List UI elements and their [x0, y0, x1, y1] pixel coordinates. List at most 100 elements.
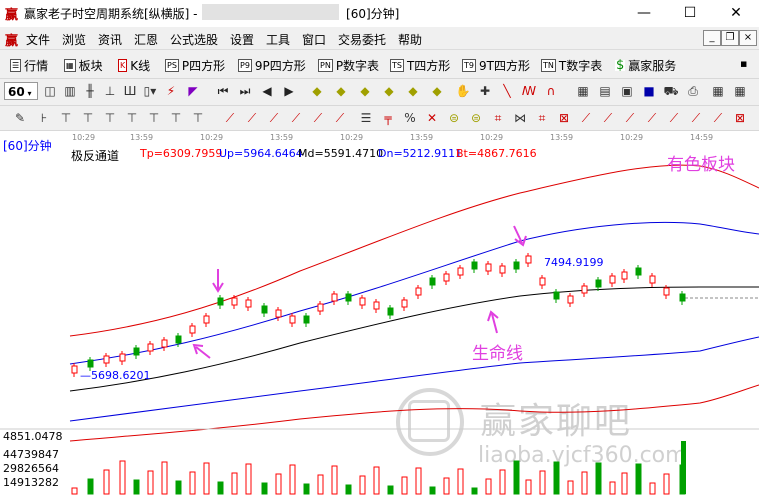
- candle: [87, 359, 94, 368]
- kline-button[interactable]: K K线: [118, 56, 150, 74]
- candle: [303, 315, 310, 324]
- circle-2-icon[interactable]: ⊜: [468, 110, 484, 126]
- tool-5-icon[interactable]: ⊤: [124, 110, 140, 126]
- prev-icon[interactable]: ◀: [259, 83, 275, 99]
- sector-button[interactable]: ▦ 板块: [64, 56, 103, 74]
- menu-huien[interactable]: 汇恩: [134, 31, 158, 48]
- tool-16-icon[interactable]: ⟋: [644, 110, 660, 126]
- menu-settings[interactable]: 设置: [230, 31, 254, 48]
- last-icon[interactable]: ⏭: [237, 83, 253, 99]
- tool-7-icon[interactable]: ⊤: [168, 110, 184, 126]
- diamond-1-icon[interactable]: ◆: [309, 83, 325, 99]
- percent-icon[interactable]: %: [402, 110, 418, 126]
- tool-20-icon[interactable]: ⊠: [732, 110, 748, 126]
- crosshair-icon[interactable]: ✚: [477, 83, 493, 99]
- calculator-icon[interactable]: ▤: [597, 83, 613, 99]
- bar-type-icon[interactable]: ╫: [82, 83, 98, 99]
- mdi-close-button[interactable]: ×: [739, 30, 757, 46]
- fib-icon[interactable]: ☰: [358, 110, 374, 126]
- calendar-icon[interactable]: ▦: [575, 83, 591, 99]
- fan-icon[interactable]: ⚡: [163, 83, 179, 99]
- app-logo-icon: 赢: [5, 8, 19, 23]
- p-square-icon: PS: [165, 58, 179, 72]
- fib-2-icon[interactable]: ╤: [380, 110, 396, 126]
- diamond-2-icon[interactable]: ◆: [333, 83, 349, 99]
- candle: [499, 265, 506, 274]
- maximize-button[interactable]: ☐: [667, 0, 713, 27]
- cross-icon[interactable]: ✕: [424, 110, 440, 126]
- hand-icon[interactable]: ✋: [455, 83, 471, 99]
- mdi-minimize-button[interactable]: _: [703, 30, 721, 46]
- line-type-2-icon[interactable]: Ш: [122, 83, 138, 99]
- candle: [261, 305, 268, 314]
- fan-line-5-icon[interactable]: ⟋: [310, 110, 326, 126]
- 9t-square-button[interactable]: T9 9T四方形: [462, 56, 530, 74]
- menu-help[interactable]: 帮助: [398, 31, 422, 48]
- t-number-table-button[interactable]: TN T数字表: [541, 56, 602, 74]
- grid-2-icon[interactable]: ▦: [732, 83, 748, 99]
- app-menu-icon[interactable]: 赢: [5, 30, 18, 49]
- mdi-restore-button[interactable]: ❐: [721, 30, 739, 46]
- circle-1-icon[interactable]: ⊜: [446, 110, 462, 126]
- menu-trade[interactable]: 交易委托: [338, 31, 386, 48]
- minimize-button[interactable]: —: [621, 0, 667, 27]
- 9p-square-button[interactable]: P9 9P四方形: [238, 56, 306, 74]
- diamond-6-icon[interactable]: ◆: [429, 83, 445, 99]
- tool-1-icon[interactable]: ⊦: [36, 110, 52, 126]
- candle-type-icon[interactable]: ◫: [42, 83, 58, 99]
- diamond-4-icon[interactable]: ◆: [381, 83, 397, 99]
- toolbar-overflow-icon[interactable]: ▪: [740, 57, 747, 70]
- next-icon[interactable]: ▶: [281, 83, 297, 99]
- tool-10-icon[interactable]: ⋈: [512, 110, 528, 126]
- t-square-button[interactable]: TS T四方形: [390, 56, 450, 74]
- menu-formula[interactable]: 公式选股: [170, 31, 218, 48]
- save-icon[interactable]: ■: [641, 83, 657, 99]
- menu-browse[interactable]: 浏览: [62, 31, 86, 48]
- chart-type-icon[interactable]: ▥: [62, 83, 78, 99]
- table-icon[interactable]: ▣: [619, 83, 635, 99]
- diamond-5-icon[interactable]: ◆: [405, 83, 421, 99]
- menu-tools[interactable]: 工具: [266, 31, 290, 48]
- tool-15-icon[interactable]: ⟋: [622, 110, 638, 126]
- tool-8-icon[interactable]: ⊤: [190, 110, 206, 126]
- close-button[interactable]: ✕: [713, 0, 759, 27]
- tool-11-icon[interactable]: ⌗: [534, 110, 550, 126]
- tool-9-icon[interactable]: ⌗: [490, 110, 506, 126]
- tool-2-icon[interactable]: ⊤: [58, 110, 74, 126]
- tool-14-icon[interactable]: ⟋: [600, 110, 616, 126]
- line-type-icon[interactable]: ⊥: [102, 83, 118, 99]
- tool-13-icon[interactable]: ⟋: [578, 110, 594, 126]
- tool-3-icon[interactable]: ⊤: [80, 110, 96, 126]
- p-number-table-button[interactable]: PN P数字表: [318, 56, 379, 74]
- diamond-3-icon[interactable]: ◆: [357, 83, 373, 99]
- tool-6-icon[interactable]: ⊤: [146, 110, 162, 126]
- flag-icon[interactable]: ◤: [185, 83, 201, 99]
- menu-info[interactable]: 资讯: [98, 31, 122, 48]
- p-square-button[interactable]: PS P四方形: [165, 56, 225, 74]
- fan-line-2-icon[interactable]: ⟋: [244, 110, 260, 126]
- fan-line-4-icon[interactable]: ⟋: [288, 110, 304, 126]
- fan-line-6-icon[interactable]: ⟋: [332, 110, 348, 126]
- fan-line-3-icon[interactable]: ⟋: [266, 110, 282, 126]
- tool-18-icon[interactable]: ⟋: [688, 110, 704, 126]
- menu-window[interactable]: 窗口: [302, 31, 326, 48]
- period-select[interactable]: 60 ▾: [4, 82, 38, 100]
- service-button[interactable]: $ 赢家服务: [615, 56, 676, 74]
- candle: [485, 263, 492, 272]
- cycle-icon[interactable]: ꟿ: [521, 83, 537, 99]
- car-icon[interactable]: ⛟: [663, 83, 679, 99]
- first-icon[interactable]: ⏮: [215, 83, 231, 99]
- fan-line-icon[interactable]: ⟋: [222, 110, 238, 126]
- arc-icon[interactable]: ∩: [543, 83, 559, 99]
- line-draw-icon[interactable]: ╲: [499, 83, 515, 99]
- quotes-button[interactable]: ☰ 行情: [10, 56, 48, 74]
- grid-1-icon[interactable]: ▦: [710, 83, 726, 99]
- pencil-icon[interactable]: ✎: [12, 110, 28, 126]
- print-icon[interactable]: ⎙: [685, 83, 701, 99]
- tool-12-icon[interactable]: ⊠: [556, 110, 572, 126]
- tool-17-icon[interactable]: ⟋: [666, 110, 682, 126]
- tool-4-icon[interactable]: ⊤: [102, 110, 118, 126]
- single-bar-icon[interactable]: ▯▾: [142, 83, 158, 99]
- tool-19-icon[interactable]: ⟋: [710, 110, 726, 126]
- menu-file[interactable]: 文件: [26, 31, 50, 48]
